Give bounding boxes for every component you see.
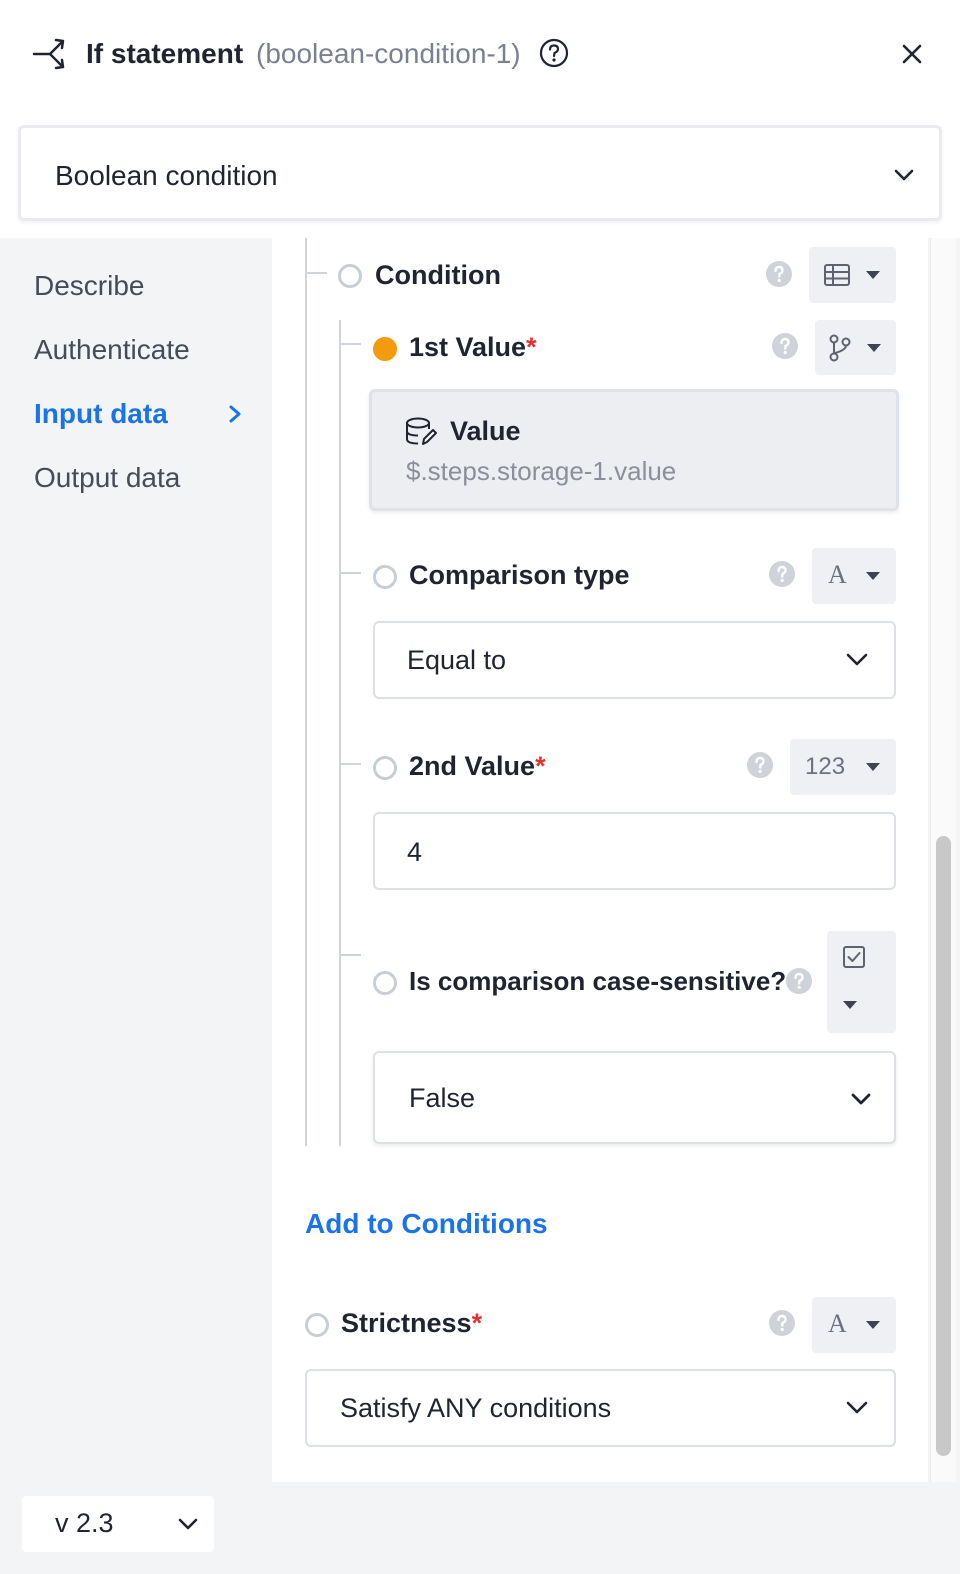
condition-type-value: Boolean condition — [55, 160, 278, 191]
question-icon[interactable] — [768, 1309, 796, 1337]
case-sensitive-value: False — [409, 1083, 476, 1113]
close-icon[interactable] — [898, 40, 926, 68]
step-id: (boolean-condition-1) — [256, 38, 521, 69]
comparison-type-type-button[interactable]: A — [812, 548, 896, 604]
first-value-card[interactable]: Value $.steps.storage-1.value — [369, 389, 899, 511]
comparison-type-value: Equal to — [407, 645, 507, 675]
condition-type-button[interactable] — [809, 247, 896, 303]
comparison-type-select[interactable]: Equal to — [373, 621, 896, 699]
version-select[interactable]: v 2.3 — [22, 1496, 214, 1552]
strictness-type-button[interactable]: A — [812, 1297, 896, 1353]
second-value-value: 4 — [407, 837, 423, 867]
chevron-down-icon — [894, 169, 914, 181]
second-value-type-button[interactable]: 123 — [790, 739, 896, 795]
scrollbar-thumb[interactable] — [936, 836, 951, 1456]
condition-label: Condition — [375, 260, 501, 290]
tree-branch — [339, 343, 361, 345]
case-sensitive-label: Is comparison case-sensitive? — [409, 966, 787, 996]
sidebar-item-authenticate[interactable]: Authenticate — [34, 334, 190, 366]
case-sensitive-type-button[interactable] — [827, 931, 896, 1033]
second-value-input[interactable]: 4 — [373, 812, 896, 890]
first-value-radio[interactable] — [373, 337, 397, 361]
sidebar-item-describe[interactable]: Describe — [34, 270, 144, 302]
chevron-down-icon — [851, 1093, 871, 1105]
question-icon[interactable] — [765, 260, 793, 288]
text-type-icon: A — [828, 1309, 847, 1338]
tree-line — [339, 320, 341, 1146]
case-sensitive-select[interactable]: False — [373, 1051, 896, 1144]
condition-radio[interactable] — [338, 264, 362, 288]
value-card-path: $.steps.storage-1.value — [406, 456, 677, 486]
value-card-title: Value — [450, 416, 521, 446]
branch-fork-icon — [829, 334, 851, 362]
strictness-radio[interactable] — [305, 1313, 329, 1337]
sidebar-item-input-data[interactable]: Input data — [34, 398, 168, 430]
comparison-type-radio[interactable] — [373, 565, 397, 589]
checkbox-icon — [843, 946, 865, 968]
strictness-value: Satisfy ANY conditions — [340, 1393, 612, 1423]
caret-down-icon — [867, 344, 881, 352]
caret-down-icon — [866, 763, 880, 771]
case-sensitive-radio[interactable] — [373, 971, 397, 995]
first-value-type-button[interactable] — [815, 320, 896, 375]
table-icon — [824, 264, 850, 286]
add-to-conditions-link[interactable]: Add to Conditions — [305, 1208, 548, 1240]
caret-down-icon — [866, 1321, 880, 1329]
number-type-icon: 123 — [805, 753, 846, 780]
chevron-down-icon — [846, 1401, 868, 1414]
condition-type-select[interactable]: Boolean condition — [18, 125, 942, 221]
question-icon[interactable] — [768, 560, 796, 588]
question-icon[interactable] — [771, 332, 799, 360]
tree-branch — [339, 954, 361, 956]
tree-branch — [339, 572, 361, 574]
chevron-right-icon — [229, 405, 241, 423]
caret-down-icon — [866, 572, 880, 580]
tree-line — [305, 238, 307, 1146]
version-label: v 2.3 — [55, 1508, 114, 1538]
chevron-down-icon — [178, 1518, 198, 1530]
panel-title: If statement — [86, 38, 244, 69]
strictness-label: Strictness* — [341, 1308, 483, 1338]
strictness-select[interactable]: Satisfy ANY conditions — [305, 1369, 896, 1447]
branch-icon — [32, 38, 65, 70]
database-edit-icon — [406, 417, 437, 445]
comparison-type-label: Comparison type — [409, 560, 630, 590]
caret-down-icon — [866, 271, 880, 279]
question-icon[interactable] — [785, 967, 813, 995]
tree-branch — [339, 763, 361, 765]
second-value-label: 2nd Value* — [409, 751, 546, 781]
help-circle-icon[interactable] — [539, 38, 569, 68]
tree-branch — [305, 272, 327, 274]
panel-header: If statement (boolean-condition-1) — [0, 0, 960, 112]
chevron-down-icon — [846, 653, 868, 666]
second-value-radio[interactable] — [373, 756, 397, 780]
question-icon[interactable] — [746, 751, 774, 779]
first-value-label: 1st Value* — [409, 332, 537, 362]
caret-down-icon — [843, 1001, 857, 1009]
text-type-icon: A — [828, 560, 847, 589]
sidebar-item-output-data[interactable]: Output data — [34, 462, 180, 494]
